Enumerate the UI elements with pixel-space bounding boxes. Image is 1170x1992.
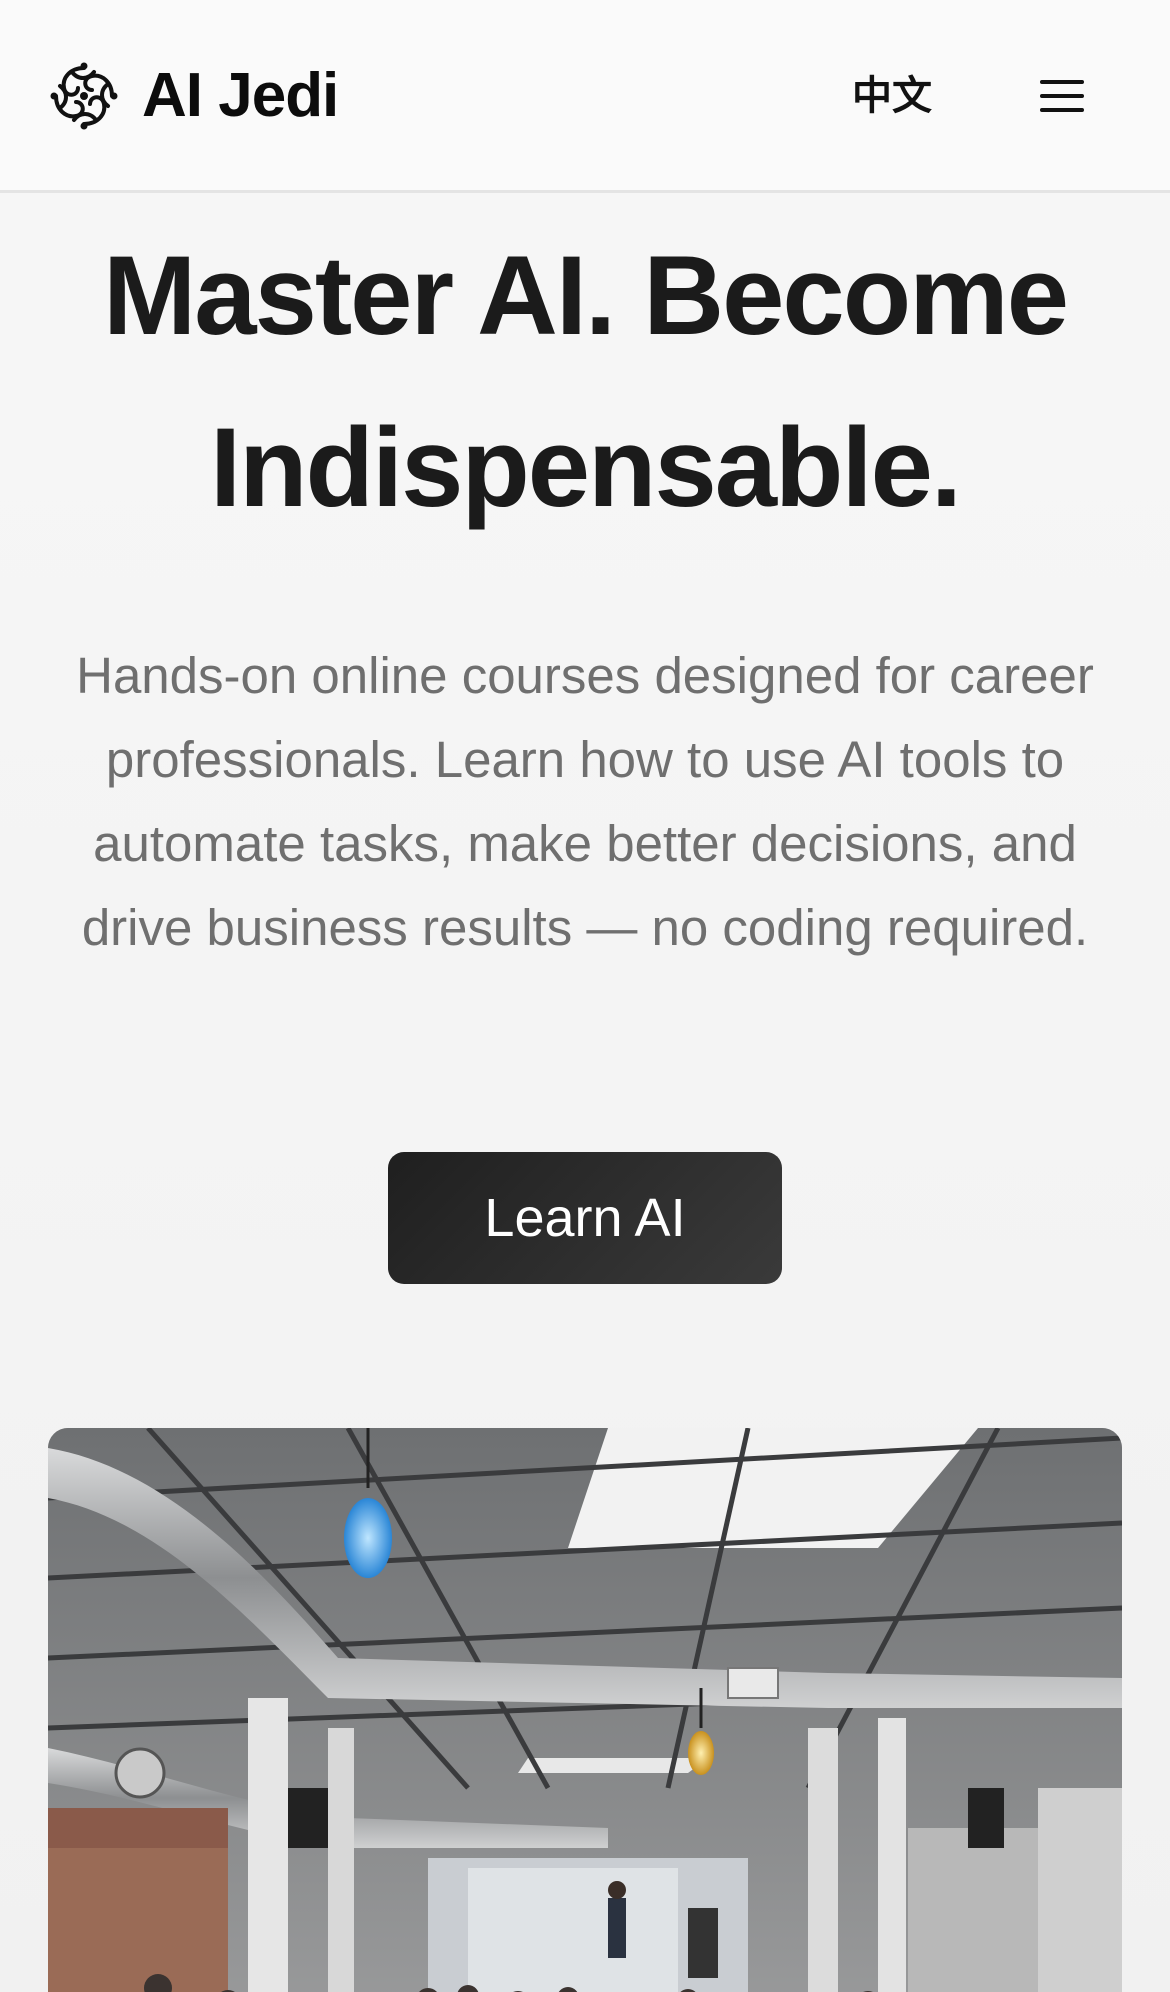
language-switch-button[interactable]: 中文 bbox=[852, 70, 932, 122]
learn-ai-button[interactable]: Learn AI bbox=[388, 1152, 782, 1284]
hero-title: Master AI. Become Indispensable. bbox=[103, 233, 1069, 530]
event-hall-photo bbox=[48, 1428, 1122, 1992]
site-header: AI Jedi 中文 bbox=[0, 0, 1170, 193]
menu-bar bbox=[1040, 80, 1084, 84]
hero-subtitle: Hands-on online courses designed for car… bbox=[76, 647, 1094, 956]
brand-name: AI Jedi bbox=[142, 61, 339, 130]
ai-jedi-logo-icon bbox=[50, 62, 118, 130]
brand-home-link[interactable]: AI Jedi bbox=[48, 60, 339, 132]
event-hall-illustration bbox=[48, 1428, 1122, 1992]
menu-bar bbox=[1040, 94, 1084, 98]
landing-page: AI Jedi 中文 Master AI. Become Indispensab… bbox=[0, 0, 1170, 1992]
hamburger-menu-icon[interactable] bbox=[1040, 78, 1084, 114]
menu-bar bbox=[1040, 108, 1084, 112]
